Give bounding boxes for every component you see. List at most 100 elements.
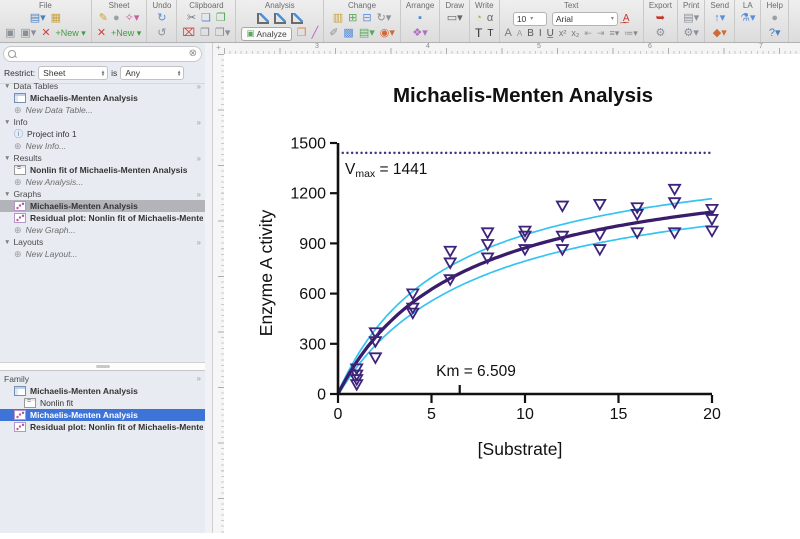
rename-sheet-icon[interactable]: ✎	[99, 12, 108, 25]
insert-row-icon[interactable]: ⊞	[348, 12, 357, 25]
print-settings-icon[interactable]: ⚙▾	[683, 27, 698, 40]
list-item[interactable]: Michaelis-Menten Analysis	[0, 92, 205, 104]
list-item[interactable]: ⊕New Layout...	[0, 248, 205, 260]
indent-more-icon[interactable]: ⇥	[597, 27, 605, 40]
list-item[interactable]: Residual plot: Nonlin fit of Michaelis-M…	[0, 421, 205, 433]
recalculate-icon[interactable]: ↻▾	[377, 12, 392, 25]
disclosure-triangle-icon[interactable]: ▼	[4, 155, 10, 162]
insert-col-icon[interactable]: ⊟	[362, 12, 371, 25]
search-clear-icon[interactable]: ⊗	[189, 49, 197, 59]
tree-section-results[interactable]: ▼Results»	[0, 152, 205, 164]
interleave-icon[interactable]: ▥	[333, 12, 343, 25]
search-input[interactable]: ⊗	[3, 46, 202, 62]
list-item[interactable]: ⓘProject info 1	[0, 128, 205, 140]
redo-icon[interactable]: ↻	[157, 12, 166, 25]
export-settings-icon[interactable]: ⚙	[655, 27, 665, 40]
analyze-button[interactable]: ▣Analyze	[241, 27, 291, 41]
draw-pen-icon[interactable]: ✐	[329, 27, 338, 40]
prism-guide-icon[interactable]: ●	[771, 12, 778, 25]
list-item[interactable]: ⊕New Graph...	[0, 224, 205, 236]
superscript-icon[interactable]: x²	[559, 27, 567, 40]
paste-menu-icon[interactable]: ❐▾	[215, 27, 230, 40]
chevron-right-icon[interactable]: »	[197, 154, 201, 163]
greek-alpha-icon[interactable]: α	[487, 12, 493, 25]
edit-analysis-icon[interactable]: ╱	[312, 27, 319, 40]
bold-icon[interactable]: B	[527, 27, 534, 40]
chevron-right-icon[interactable]: »	[197, 238, 201, 247]
list-item[interactable]: Michaelis-Menten Analysis	[0, 385, 205, 397]
color-scheme-icon[interactable]: ◉▾	[380, 27, 395, 40]
labarchives-icon[interactable]: ⚗▾	[740, 12, 755, 25]
export-icon[interactable]: ➥	[656, 12, 665, 25]
disclosure-triangle-icon[interactable]: ▼	[4, 83, 10, 90]
chevron-right-icon[interactable]: »	[197, 118, 201, 127]
graph-analysis-3-icon[interactable]	[291, 13, 303, 24]
disclosure-triangle-icon[interactable]: ▼	[4, 239, 10, 246]
tree-section-graphs[interactable]: ▼Graphs»	[0, 188, 205, 200]
trash-icon[interactable]: ⌧	[182, 27, 195, 40]
highlight-sheet-icon[interactable]: ●	[113, 12, 120, 25]
color-wheel-icon[interactable]: ◔	[475, 12, 482, 25]
save-icon[interactable]: ▣	[5, 27, 15, 40]
italic-icon[interactable]: I	[539, 27, 542, 40]
send-graph-icon[interactable]: ◆▾	[713, 27, 727, 40]
list-item[interactable]: ⊕New Data Table...	[0, 104, 205, 116]
list-item[interactable]: Residual plot: Nonlin fit of Michaelis-M…	[0, 212, 205, 224]
delete-file-icon[interactable]: ✕	[41, 27, 50, 40]
font-grow-icon[interactable]: A	[505, 27, 512, 40]
format-points-icon[interactable]: ▩	[343, 27, 353, 40]
text-tool-icon[interactable]: T	[475, 27, 482, 40]
font-shrink-icon[interactable]: A	[517, 27, 522, 40]
font-size-select[interactable]: 10▾	[513, 12, 547, 26]
disclosure-triangle-icon[interactable]: ▼	[4, 119, 10, 126]
group-objects-icon[interactable]: ❖▾	[412, 27, 427, 40]
open-file-icon[interactable]: ▦	[51, 12, 61, 25]
list-item[interactable]: Michaelis-Menten Analysis	[0, 409, 205, 421]
sidebar-scrollbar[interactable]	[205, 43, 213, 533]
align-objects-icon[interactable]: ▪	[418, 12, 422, 25]
restrict-any-select[interactable]: Any ▲▼	[120, 66, 184, 80]
text-box-icon[interactable]: T	[487, 27, 493, 40]
chevron-right-icon[interactable]: »	[197, 82, 201, 91]
tree-section-info[interactable]: ▼Info»	[0, 116, 205, 128]
results-folder-icon[interactable]: ❐	[297, 27, 307, 40]
delete-sheet-icon[interactable]: ✕	[97, 27, 106, 40]
font-select[interactable]: Arial▾	[552, 12, 618, 26]
cut-icon[interactable]: ✂	[187, 12, 196, 25]
michaelis-menten-graph[interactable]: Michaelis-Menten Analysis030060090012001…	[224, 54, 800, 534]
share-icon[interactable]: ↑▾	[714, 12, 725, 25]
list-item[interactable]: Nonlin fit	[0, 397, 205, 409]
new-sheet-menu-icon[interactable]: +New ▾	[111, 27, 141, 40]
subscript-icon[interactable]: x₂	[571, 27, 579, 40]
list-menu-icon[interactable]: ≔▾	[624, 27, 638, 40]
graph-analysis-2-icon[interactable]	[274, 13, 286, 24]
tree-section-data-tables[interactable]: ▼Data Tables»	[0, 80, 205, 92]
new-menu-icon[interactable]: +New ▾	[56, 27, 86, 40]
paste-icon[interactable]: ❐	[200, 27, 210, 40]
font-color-icon[interactable]: ̲A̲	[623, 12, 630, 25]
new-file-icon[interactable]: ▤▾	[30, 12, 46, 25]
graph-analysis-1-icon[interactable]	[257, 13, 269, 24]
list-item[interactable]: ⊕New Info...	[0, 140, 205, 152]
restrict-sheet-select[interactable]: Sheet ▲▼	[38, 66, 108, 80]
disclosure-triangle-icon[interactable]: ▼	[4, 191, 10, 198]
magic-wand-icon[interactable]: ✧▾	[125, 12, 140, 25]
indent-less-icon[interactable]: ⇤	[584, 27, 592, 40]
save-as-icon[interactable]: ▣▾	[20, 27, 36, 40]
align-menu-icon[interactable]: ≡▾	[610, 27, 620, 40]
tree-section-layouts[interactable]: ▼Layouts»	[0, 236, 205, 248]
copy-icon[interactable]: ❏	[201, 12, 211, 25]
list-item[interactable]: Nonlin fit of Michaelis-Menten Analysis	[0, 164, 205, 176]
copy-special-icon[interactable]: ❐	[216, 12, 226, 25]
help-menu-icon[interactable]: ?▾	[769, 27, 781, 40]
list-item[interactable]: Michaelis-Menten Analysis	[0, 200, 205, 212]
underline-icon[interactable]: U̲	[547, 27, 554, 40]
chevron-right-icon[interactable]: »	[197, 190, 201, 199]
format-menu-icon[interactable]: ▤▾	[359, 27, 375, 40]
print-icon[interactable]: ▤▾	[683, 12, 699, 25]
shape-tool-icon[interactable]: ▭▾	[447, 12, 463, 25]
list-item[interactable]: ⊕New Analysis...	[0, 176, 205, 188]
undo-icon[interactable]: ↺	[157, 27, 166, 40]
family-splitter-handle[interactable]	[0, 362, 205, 371]
chevron-right-icon[interactable]: »	[197, 374, 201, 383]
